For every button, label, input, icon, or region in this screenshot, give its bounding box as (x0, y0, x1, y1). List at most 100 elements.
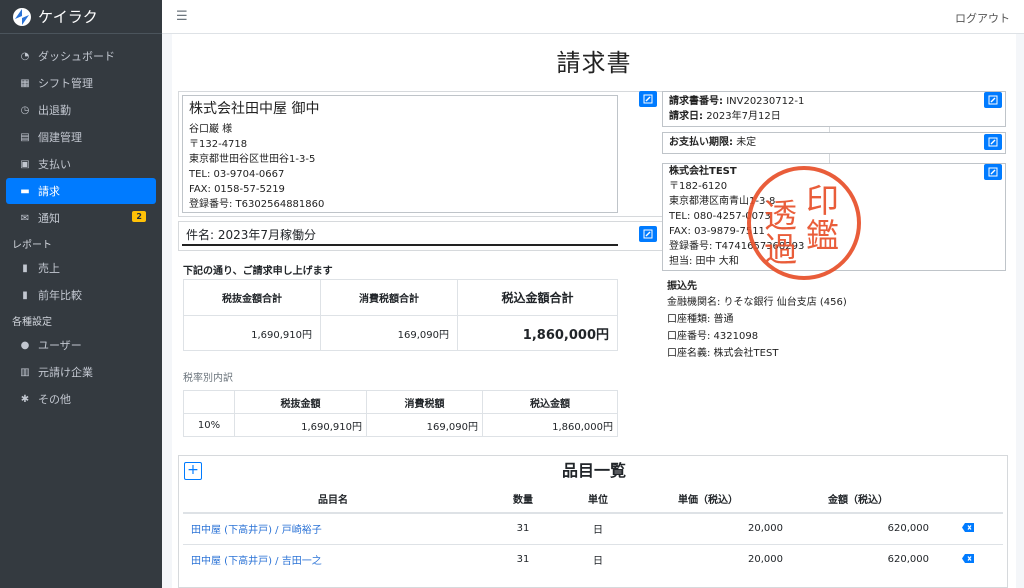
sidebar-item-label: シフト管理 (38, 77, 93, 90)
breakdown-header-rate (183, 390, 235, 414)
sidebar-item-sales[interactable]: ▮ 売上 (6, 255, 156, 281)
summary-value-incl: 1,860,000円 (457, 315, 618, 351)
topbar: ☰ ログアウト (162, 0, 1024, 34)
items-header-unit: 単位 (563, 484, 633, 514)
breakdown-tax: 169,090円 (366, 413, 483, 437)
company-seal-stamp: 印 透 鑑 過 (747, 166, 861, 280)
stamp-char: 透 (764, 196, 797, 235)
sidebar-item-contractors[interactable]: ▥ 元請け企業 (6, 359, 156, 385)
item-price: 20,000 (633, 512, 783, 544)
item-name-link[interactable]: 田中屋 (下高井戸) / 吉田一之 (183, 543, 483, 575)
sidebar-item-shift[interactable]: ▦ シフト管理 (6, 70, 156, 96)
sidebar-item-attendance[interactable]: ◷ 出退勤 (6, 97, 156, 123)
item-price: 20,000 (633, 543, 783, 575)
sidebar: ケイラク ◔ ダッシュボード ▦ シフト管理 ◷ 出退勤 ▤ 個建管理 ▣ 支払… (0, 0, 162, 588)
dashboard-icon: ◔ (20, 50, 30, 62)
money-icon: ▣ (20, 158, 30, 170)
gear-icon: ✱ (20, 393, 30, 405)
bank-name: 金融機関名: りそな銀行 仙台支店 (456) (667, 297, 847, 308)
stamp-char: 過 (764, 230, 797, 269)
nav-header-settings: 各種設定 (12, 316, 52, 328)
summary-table: 税抜金額合計 消費税額合計 税込金額合計 1,690,910円 169,090円… (183, 279, 618, 351)
edit-icon (643, 94, 653, 104)
app-name: ケイラク (38, 8, 98, 26)
envelope-icon: ✉ (20, 212, 30, 224)
recipient-name: 株式会社田中屋 御中 (189, 101, 320, 117)
invoice-subject: 件名: 2023年7月稼働分 (186, 228, 317, 242)
sidebar-item-label: 通知 (38, 212, 60, 225)
sidebar-item-invoice[interactable]: ▬ 請求 (6, 178, 156, 204)
sidebar-item-other[interactable]: ✱ その他 (6, 386, 156, 412)
hamburger-menu-icon[interactable]: ☰ (176, 9, 188, 24)
items-header-price: 単価（税込） (633, 484, 783, 514)
notification-badge: 2 (132, 211, 146, 222)
invoice-content: 請求書 株式会社田中屋 御中 谷口巌 様 〒132-4718 東京都世田谷区世田… (172, 34, 1016, 588)
edit-meta-button[interactable] (984, 92, 1002, 108)
breakdown-excl: 1,690,910円 (234, 413, 367, 437)
bank-title: 振込先 (667, 281, 697, 292)
item-qty: 31 (483, 543, 563, 575)
item-amount: 620,000 (783, 543, 933, 575)
logout-link[interactable]: ログアウト (955, 10, 1010, 26)
delete-item-button[interactable] (933, 543, 1003, 575)
backspace-delete-icon (962, 522, 974, 532)
recipient-tel: TEL: 03-9704-0667 (189, 169, 285, 180)
breakdown-table: 税抜金額 消費税額 税込金額 10% 1,690,910円 169,090円 1… (183, 390, 618, 437)
sidebar-item-label: 出退勤 (38, 104, 71, 117)
breakdown-rate: 10% (183, 413, 235, 437)
edit-recipient-button[interactable] (639, 91, 657, 107)
sidebar-item-payment[interactable]: ▣ 支払い (6, 151, 156, 177)
delete-item-button[interactable] (933, 512, 1003, 544)
recipient-fax: FAX: 0158-57-5219 (189, 184, 285, 195)
sidebar-item-label: ダッシュボード (38, 50, 115, 63)
sidebar-item-yoy[interactable]: ▮ 前年比較 (6, 282, 156, 308)
sidebar-item-building[interactable]: ▤ 個建管理 (6, 124, 156, 150)
invoice-number-label: 請求書番号: (669, 96, 723, 107)
items-header-amount: 金額（税込） (783, 484, 933, 514)
recipient-reg: 登録番号: T6302564881860 (189, 199, 325, 210)
invoice-icon: ▬ (20, 185, 30, 197)
edit-due-button[interactable] (984, 134, 1002, 150)
edit-issuer-button[interactable] (984, 164, 1002, 180)
item-unit: 日 (563, 512, 633, 544)
edit-subject-button[interactable] (639, 226, 657, 242)
invoice-date-label: 請求日: (669, 111, 703, 122)
summary-header-incl: 税込金額合計 (457, 279, 618, 316)
subject-underline (182, 244, 618, 246)
summary-value-tax: 169,090円 (320, 315, 458, 351)
sidebar-item-dashboard[interactable]: ◔ ダッシュボード (6, 43, 156, 69)
bank-info: 振込先 金融機関名: りそな銀行 仙台支店 (456) 口座種類: 普通 口座番… (667, 279, 847, 362)
stamp-char: 鑑 (806, 216, 839, 255)
invoice-date: 2023年7月12日 (706, 111, 781, 122)
brand[interactable]: ケイラク (0, 0, 162, 34)
breakdown-title: 税率別内訳 (183, 373, 233, 384)
breakdown-header-excl: 税抜金額 (234, 390, 367, 414)
items-title: 品目一覧 (561, 461, 626, 480)
item-amount: 620,000 (783, 512, 933, 544)
summary-header-tax: 消費税額合計 (320, 279, 458, 316)
summary-header-excl: 税抜金額合計 (183, 279, 321, 316)
item-name-link[interactable]: 田中屋 (下高井戸) / 戸崎裕子 (183, 512, 483, 544)
sidebar-item-users[interactable]: ● ユーザー (6, 332, 156, 358)
breakdown-incl: 1,860,000円 (482, 413, 618, 437)
table-row: 田中屋 (下高井戸) / 吉田一之 31 日 20,000 620,000 (183, 543, 1003, 575)
items-header-name: 品目名 (183, 484, 483, 514)
sidebar-item-label: 売上 (38, 262, 60, 275)
bank-account-holder: 口座名義: 株式会社TEST (667, 348, 779, 359)
sidebar-nav: ◔ ダッシュボード ▦ シフト管理 ◷ 出退勤 ▤ 個建管理 ▣ 支払い ▬ 請… (0, 34, 162, 412)
nav-header-report: レポート (12, 239, 52, 251)
due-card: お支払い期限: 未定 (662, 132, 1006, 154)
sidebar-item-label: 支払い (38, 158, 71, 171)
bank-account-type: 口座種類: 普通 (667, 314, 734, 325)
recipient-person: 谷口巌 様 (189, 124, 233, 135)
item-unit: 日 (563, 543, 633, 575)
sidebar-item-notification[interactable]: ✉ 通知 2 (6, 205, 156, 231)
due-value: 未定 (736, 137, 757, 148)
table-row: 田中屋 (下高井戸) / 戸崎裕子 31 日 20,000 620,000 (183, 512, 1003, 544)
building-icon: ▤ (20, 131, 30, 143)
item-qty: 31 (483, 512, 563, 544)
bar-chart-icon: ▮ (22, 262, 28, 274)
page-title: 請求書 (556, 49, 632, 77)
recipient-postal: 〒132-4718 (189, 139, 248, 150)
recipient-address: 東京都世田谷区世田谷1-3-5 (189, 154, 316, 165)
